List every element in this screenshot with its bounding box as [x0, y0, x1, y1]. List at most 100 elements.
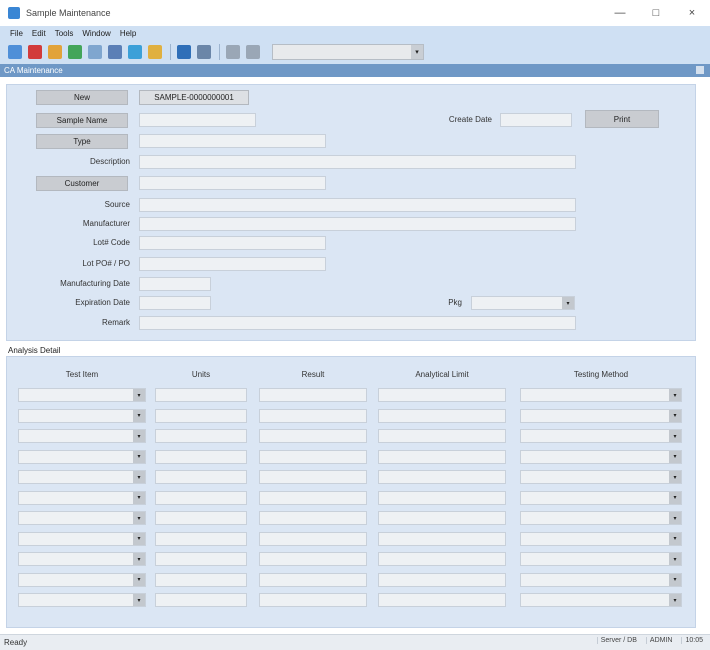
result-cell[interactable] [259, 552, 367, 566]
manufacturing-date-field[interactable] [139, 277, 211, 291]
chevron-down-icon[interactable]: ▾ [133, 573, 145, 586]
test-item-select[interactable]: ▾ [18, 449, 146, 464]
chevron-down-icon[interactable]: ▾ [133, 553, 145, 565]
test-item-select[interactable]: ▾ [18, 470, 146, 484]
units-cell[interactable] [155, 429, 247, 443]
analytical-limit-cell[interactable] [378, 552, 506, 566]
chevron-down-icon[interactable]: ▾ [133, 389, 145, 401]
units-cell[interactable] [155, 552, 247, 566]
test-item-select[interactable]: ▾ [18, 552, 146, 566]
export-icon[interactable] [148, 45, 162, 59]
testing-method-select[interactable]: ▾ [520, 531, 682, 546]
lot-po-field[interactable] [139, 257, 326, 271]
analytical-limit-cell[interactable] [378, 429, 506, 443]
filter-icon[interactable] [246, 45, 260, 59]
menu-file[interactable]: File [10, 29, 23, 38]
result-cell[interactable] [259, 511, 367, 525]
chevron-down-icon[interactable]: ▾ [669, 532, 681, 545]
test-item-select[interactable]: ▾ [18, 531, 146, 546]
maximize-button[interactable]: □ [638, 0, 674, 26]
result-cell[interactable] [259, 490, 367, 505]
chevron-down-icon[interactable]: ▾ [133, 471, 145, 483]
chevron-down-icon[interactable]: ▾ [411, 45, 423, 59]
testing-method-select[interactable]: ▾ [520, 552, 682, 566]
units-cell[interactable] [155, 490, 247, 505]
undo-icon[interactable] [88, 45, 102, 59]
testing-method-select[interactable]: ▾ [520, 572, 682, 587]
new-icon[interactable] [8, 45, 22, 59]
toolbar-combo[interactable]: ▾ [272, 44, 424, 60]
result-cell[interactable] [259, 449, 367, 464]
test-item-select[interactable]: ▾ [18, 429, 146, 443]
manufacturer-field[interactable] [139, 217, 576, 231]
customer-button[interactable]: Customer [36, 176, 128, 191]
testing-method-select[interactable]: ▾ [520, 470, 682, 484]
analytical-limit-cell[interactable] [378, 388, 506, 402]
remark-field[interactable] [139, 316, 576, 330]
close-button[interactable]: × [674, 0, 710, 26]
description-field[interactable] [139, 155, 576, 169]
minimize-button[interactable]: — [602, 0, 638, 26]
chevron-down-icon[interactable]: ▾ [669, 471, 681, 483]
testing-method-select[interactable]: ▾ [520, 490, 682, 505]
chevron-down-icon[interactable]: ▾ [669, 409, 681, 422]
chevron-down-icon[interactable]: ▾ [133, 512, 145, 524]
result-cell[interactable] [259, 388, 367, 402]
testing-method-select[interactable]: ▾ [520, 449, 682, 464]
chevron-down-icon[interactable]: ▾ [669, 553, 681, 565]
sample-name-field[interactable] [139, 113, 256, 127]
chevron-down-icon[interactable]: ▾ [133, 450, 145, 463]
analytical-limit-cell[interactable] [378, 531, 506, 546]
units-cell[interactable] [155, 388, 247, 402]
sample-number-field[interactable]: SAMPLE-0000000001 [139, 90, 249, 105]
customer-field[interactable] [139, 176, 326, 190]
link-icon[interactable] [177, 45, 191, 59]
testing-method-select[interactable]: ▾ [520, 408, 682, 423]
chevron-down-icon[interactable]: ▾ [669, 389, 681, 401]
chevron-down-icon[interactable]: ▾ [669, 491, 681, 504]
chevron-down-icon[interactable]: ▾ [669, 512, 681, 524]
units-cell[interactable] [155, 531, 247, 546]
test-item-select[interactable]: ▾ [18, 511, 146, 525]
units-cell[interactable] [155, 511, 247, 525]
testing-method-select[interactable]: ▾ [520, 429, 682, 443]
testing-method-select[interactable]: ▾ [520, 388, 682, 402]
result-cell[interactable] [259, 408, 367, 423]
menu-edit[interactable]: Edit [32, 29, 46, 38]
print-button[interactable]: Print [585, 110, 659, 128]
type-field[interactable] [139, 134, 326, 148]
analytical-limit-cell[interactable] [378, 593, 506, 607]
testing-method-select[interactable]: ▾ [520, 593, 682, 607]
chevron-down-icon[interactable]: ▾ [669, 450, 681, 463]
lot-code-field[interactable] [139, 236, 326, 250]
pin-icon[interactable] [696, 66, 704, 74]
units-cell[interactable] [155, 470, 247, 484]
analytical-limit-cell[interactable] [378, 511, 506, 525]
analytical-limit-cell[interactable] [378, 470, 506, 484]
sample-name-button[interactable]: Sample Name [36, 113, 128, 128]
result-cell[interactable] [259, 593, 367, 607]
type-button[interactable]: Type [36, 134, 128, 149]
chevron-down-icon[interactable]: ▾ [669, 594, 681, 606]
units-cell[interactable] [155, 572, 247, 587]
delete-icon[interactable] [28, 45, 42, 59]
result-cell[interactable] [259, 572, 367, 587]
copy-icon[interactable] [48, 45, 62, 59]
menu-help[interactable]: Help [120, 29, 136, 38]
print-icon[interactable] [108, 45, 122, 59]
analytical-limit-cell[interactable] [378, 408, 506, 423]
pkg-select[interactable]: ▾ [471, 296, 575, 310]
chevron-down-icon[interactable]: ▾ [133, 532, 145, 545]
menu-tools[interactable]: Tools [55, 29, 74, 38]
result-cell[interactable] [259, 470, 367, 484]
test-item-select[interactable]: ▾ [18, 490, 146, 505]
chevron-down-icon[interactable]: ▾ [669, 573, 681, 586]
menu-window[interactable]: Window [82, 29, 110, 38]
units-cell[interactable] [155, 408, 247, 423]
test-item-select[interactable]: ▾ [18, 408, 146, 423]
test-item-select[interactable]: ▾ [18, 593, 146, 607]
save-icon[interactable] [68, 45, 82, 59]
chevron-down-icon[interactable]: ▾ [133, 430, 145, 442]
chevron-down-icon[interactable]: ▾ [133, 409, 145, 422]
chevron-down-icon[interactable]: ▾ [669, 430, 681, 442]
